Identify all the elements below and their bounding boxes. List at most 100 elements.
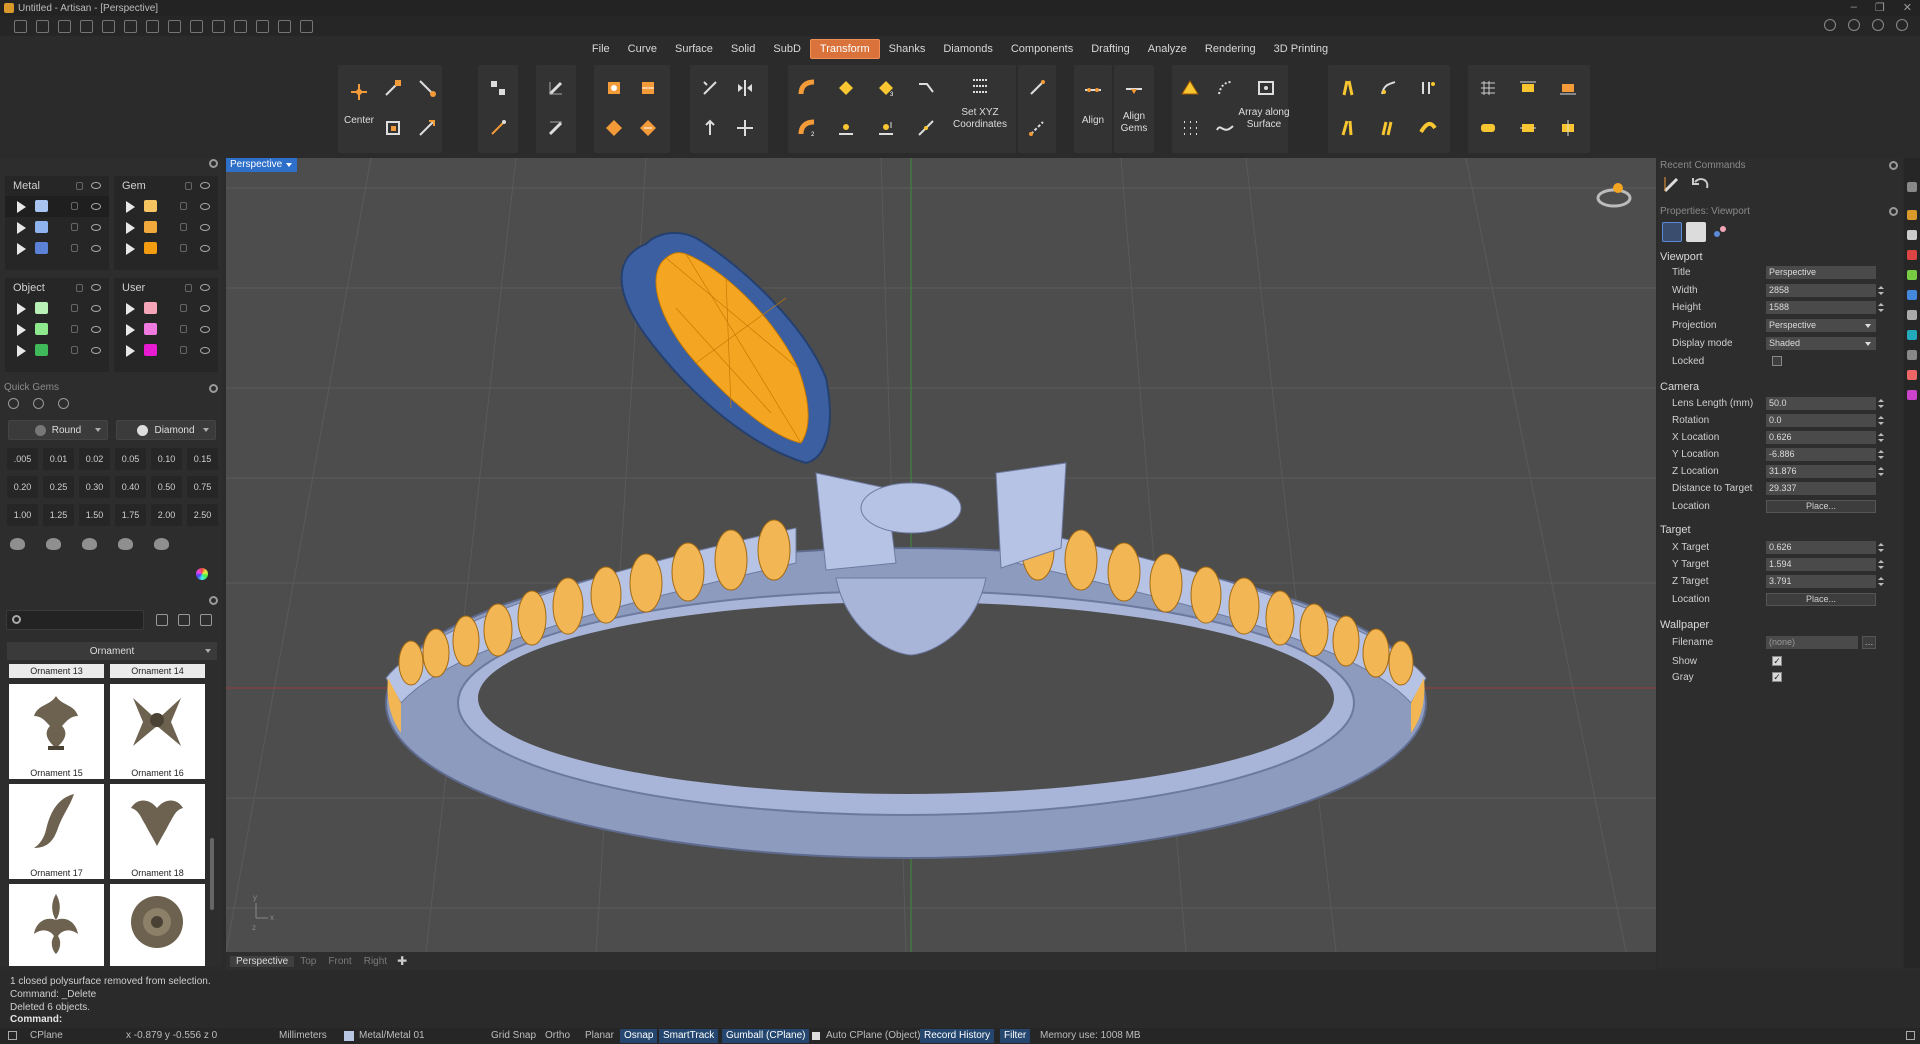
cage-edit-button[interactable] <box>791 71 825 105</box>
material-properties-icon[interactable] <box>1710 222 1730 242</box>
array-along-surface-button[interactable] <box>1249 71 1283 105</box>
account-icon[interactable] <box>1896 19 1908 31</box>
ornament-card[interactable] <box>9 884 104 966</box>
add-folder-icon[interactable] <box>156 614 168 626</box>
set-xyz-coordinates-button[interactable] <box>963 69 997 103</box>
layer-color-swatch[interactable] <box>35 323 48 335</box>
panel-tab-icon[interactable] <box>1907 310 1917 320</box>
stretch-button[interactable] <box>410 111 444 145</box>
panel-tab-icon[interactable] <box>1907 250 1917 260</box>
open-icon[interactable] <box>58 19 71 33</box>
shank-taper-button[interactable] <box>1331 111 1365 145</box>
ornament-card[interactable] <box>110 884 205 966</box>
eye-icon[interactable] <box>91 347 101 354</box>
place-on-surface-button[interactable] <box>829 111 863 145</box>
layer-row[interactable] <box>114 340 218 361</box>
chevron-down-icon[interactable] <box>286 163 293 167</box>
eye-icon[interactable] <box>91 305 101 312</box>
flow-button[interactable] <box>631 111 665 145</box>
eye-icon[interactable] <box>200 347 210 354</box>
tool-icon[interactable] <box>234 19 247 33</box>
orient-button[interactable] <box>539 71 573 105</box>
move-button[interactable] <box>481 71 515 105</box>
ornament-card[interactable]: Ornament 16 <box>110 684 205 779</box>
gem-pick-icon[interactable] <box>58 398 69 409</box>
viewport-title-tab[interactable]: Perspective <box>226 158 298 172</box>
eye-icon[interactable] <box>200 224 210 231</box>
shank-curve-button[interactable] <box>1371 71 1405 105</box>
eye-icon[interactable] <box>200 284 210 291</box>
eye-icon[interactable] <box>200 245 210 252</box>
eye-icon[interactable] <box>91 182 101 189</box>
array-curve-button[interactable] <box>1173 71 1207 105</box>
lock-icon[interactable] <box>180 304 187 312</box>
layer-color-swatch[interactable] <box>144 221 157 233</box>
ortho-toggle[interactable]: Ortho <box>545 1030 570 1041</box>
layer-color-swatch[interactable] <box>35 221 48 233</box>
array-polar-button[interactable] <box>693 111 727 145</box>
gem-size-button[interactable]: 0.15 <box>187 448 218 470</box>
unwrap-button[interactable] <box>1511 111 1545 145</box>
array-grid-button[interactable] <box>1173 111 1207 145</box>
align-button[interactable] <box>1076 73 1110 107</box>
ornament-card[interactable]: Ornament 15 <box>9 684 104 779</box>
play-icon[interactable] <box>17 324 26 336</box>
import-icon[interactable] <box>80 19 93 33</box>
center-button[interactable] <box>342 75 376 109</box>
lock-icon[interactable] <box>180 346 187 354</box>
add-item-icon[interactable] <box>178 614 190 626</box>
panel-tab-icon[interactable] <box>1907 330 1917 340</box>
info-icon[interactable] <box>1824 19 1836 31</box>
layer-color-swatch[interactable] <box>35 344 48 356</box>
rotation-field[interactable]: 0.0 <box>1766 414 1884 427</box>
menu-file[interactable]: File <box>583 40 619 58</box>
target-place-button[interactable]: Place... <box>1766 593 1876 606</box>
help-icon[interactable] <box>1872 19 1884 31</box>
array-wave-button[interactable] <box>1208 111 1242 145</box>
gem-size-button[interactable]: 0.10 <box>151 448 182 470</box>
layer-color-swatch[interactable] <box>35 242 48 254</box>
eye-icon[interactable] <box>91 245 101 252</box>
ornament-card[interactable]: Ornament 17 <box>9 784 104 879</box>
lock-icon[interactable] <box>76 182 83 190</box>
copy-button[interactable] <box>481 111 515 145</box>
color-wheel-icon[interactable] <box>196 568 208 580</box>
maximize-button[interactable]: ❐ <box>1875 1 1885 14</box>
lock-icon[interactable] <box>71 346 78 354</box>
library-category-dropdown[interactable]: Ornament <box>7 642 217 660</box>
tab-perspective[interactable]: Perspective <box>230 955 295 967</box>
camera-place-button[interactable]: Place... <box>1766 500 1876 513</box>
title-field[interactable]: Perspective <box>1766 266 1876 279</box>
menu-drafting[interactable]: Drafting <box>1082 40 1139 58</box>
project-button[interactable] <box>1551 111 1585 145</box>
menu-shanks[interactable]: Shanks <box>880 40 935 58</box>
perspective-viewport[interactable]: y x z Perspective <box>226 158 1656 952</box>
menu-diamonds[interactable]: Diamonds <box>934 40 1002 58</box>
twist-button[interactable] <box>631 71 665 105</box>
library-search-input[interactable] <box>27 613 137 627</box>
width-field[interactable]: 2858 <box>1766 284 1884 297</box>
layer-row[interactable] <box>5 196 109 217</box>
cut-pear-icon[interactable] <box>118 538 133 550</box>
lock-icon[interactable] <box>76 284 83 292</box>
lock-icon[interactable] <box>71 325 78 333</box>
x-target-field[interactable]: 0.626 <box>1766 541 1884 554</box>
new-template-icon[interactable] <box>36 19 49 33</box>
layer-color-swatch[interactable] <box>144 323 157 335</box>
display-mode-dropdown[interactable]: Shaded <box>1766 337 1876 350</box>
filter-toggle[interactable]: Filter <box>1000 1029 1031 1043</box>
play-icon[interactable] <box>17 345 26 357</box>
command-prompt[interactable]: Command: <box>10 1014 62 1025</box>
scale-2d-button[interactable] <box>410 71 444 105</box>
resize-icon[interactable] <box>1906 1031 1915 1040</box>
cut-marquise-icon[interactable] <box>154 538 169 550</box>
z-location-field[interactable]: 31.876 <box>1766 465 1884 478</box>
smarttrack-toggle[interactable]: SmartTrack <box>659 1029 719 1043</box>
wrap-button[interactable] <box>1471 111 1505 145</box>
layer-color-swatch[interactable] <box>144 344 157 356</box>
place-gems-button[interactable] <box>869 111 903 145</box>
gem-size-button[interactable]: 1.25 <box>43 504 74 526</box>
quick-gems-settings-icon[interactable] <box>209 384 218 393</box>
gem-size-button[interactable]: 0.75 <box>187 476 218 498</box>
taper-button[interactable] <box>597 111 631 145</box>
